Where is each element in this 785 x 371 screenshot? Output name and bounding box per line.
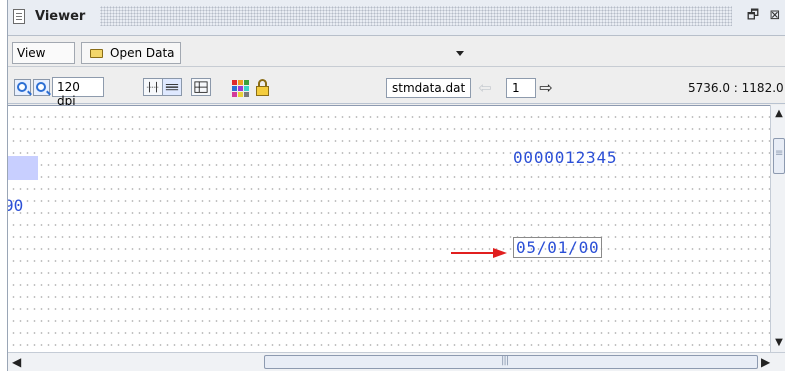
- restore-icon[interactable]: 🗗: [745, 8, 761, 24]
- zoom-out-button[interactable]: [14, 79, 31, 96]
- open-data-button[interactable]: Open Data: [81, 42, 181, 64]
- zoom-out-icon: [17, 82, 27, 92]
- open-data-label: Open Data: [110, 46, 175, 60]
- window-title: Viewer: [35, 9, 86, 24]
- coordinate-readout: 5736.0 : 1182.0: [688, 81, 784, 95]
- color-swatch-icon: [238, 92, 243, 97]
- vertical-guides-icon: [146, 81, 160, 93]
- horizontal-guides-icon: [165, 84, 179, 91]
- viewer-toolbar: 120 dpi stmdata.dat ⇦ 1 ⇨ 5736.0: 1182.…: [8, 68, 785, 108]
- horizontal-scroll-thumb[interactable]: [264, 355, 758, 369]
- field-account-number[interactable]: 0000012345: [513, 148, 617, 167]
- zoom-in-button[interactable]: [33, 79, 50, 96]
- fit-grid-icon: [194, 81, 208, 93]
- title-bar-grip: [100, 6, 732, 26]
- title-bar: Viewer 🗗 ⊠: [8, 0, 785, 36]
- document-icon: [13, 9, 25, 24]
- color-swatch-icon: [238, 80, 243, 85]
- close-icon[interactable]: ⊠: [767, 8, 783, 24]
- document-canvas[interactable]: 0000012345 90 05/01/00: [8, 105, 770, 352]
- file-name-field[interactable]: stmdata.dat: [386, 78, 471, 98]
- color-swatch-icon: [232, 92, 237, 97]
- horizontal-scrollbar[interactable]: ◀ ▶: [8, 352, 785, 371]
- viewer-window: Viewer 🗗 ⊠ View Open Data 120 dpi stmdat…: [7, 0, 785, 371]
- vertical-guides-button[interactable]: [143, 78, 163, 96]
- view-dropdown[interactable]: View: [12, 42, 464, 64]
- lock-body: [256, 86, 269, 96]
- chevron-down-icon: [456, 51, 464, 56]
- selection-highlight: [8, 156, 38, 180]
- scroll-left-arrow-icon[interactable]: ◀: [12, 355, 21, 369]
- previous-page-arrow-icon[interactable]: ⇦: [475, 79, 495, 97]
- next-page-arrow-icon[interactable]: ⇨: [537, 79, 555, 97]
- page-number-field[interactable]: 1: [506, 78, 536, 98]
- vertical-scrollbar[interactable]: ▲ ▼: [770, 105, 785, 352]
- menu-toolbar: View Open Data: [8, 37, 785, 67]
- color-swatch-icon: [244, 86, 249, 91]
- red-arrow-icon: [451, 248, 507, 258]
- scroll-up-arrow-icon[interactable]: ▲: [773, 108, 785, 120]
- color-swatch-icon: [232, 80, 237, 85]
- dpi-field[interactable]: 120 dpi: [52, 77, 104, 108]
- fit-grid-button[interactable]: [191, 78, 211, 96]
- view-dropdown-label: View: [17, 46, 46, 60]
- field-partial-value[interactable]: 90: [8, 196, 23, 215]
- colors-button[interactable]: [230, 78, 249, 97]
- horizontal-guides-button[interactable]: [162, 78, 182, 96]
- zoom-in-icon: [36, 82, 46, 92]
- scroll-down-arrow-icon[interactable]: ▼: [773, 337, 785, 349]
- scroll-right-arrow-icon[interactable]: ▶: [761, 355, 770, 369]
- folder-open-icon: [90, 49, 103, 58]
- color-swatch-icon: [244, 80, 249, 85]
- color-swatch-icon: [238, 86, 243, 91]
- color-swatch-icon: [244, 92, 249, 97]
- field-date[interactable]: 05/01/00: [513, 237, 603, 258]
- vertical-scroll-thumb[interactable]: [773, 138, 785, 174]
- lock-button[interactable]: [254, 78, 271, 97]
- color-swatch-icon: [232, 86, 237, 91]
